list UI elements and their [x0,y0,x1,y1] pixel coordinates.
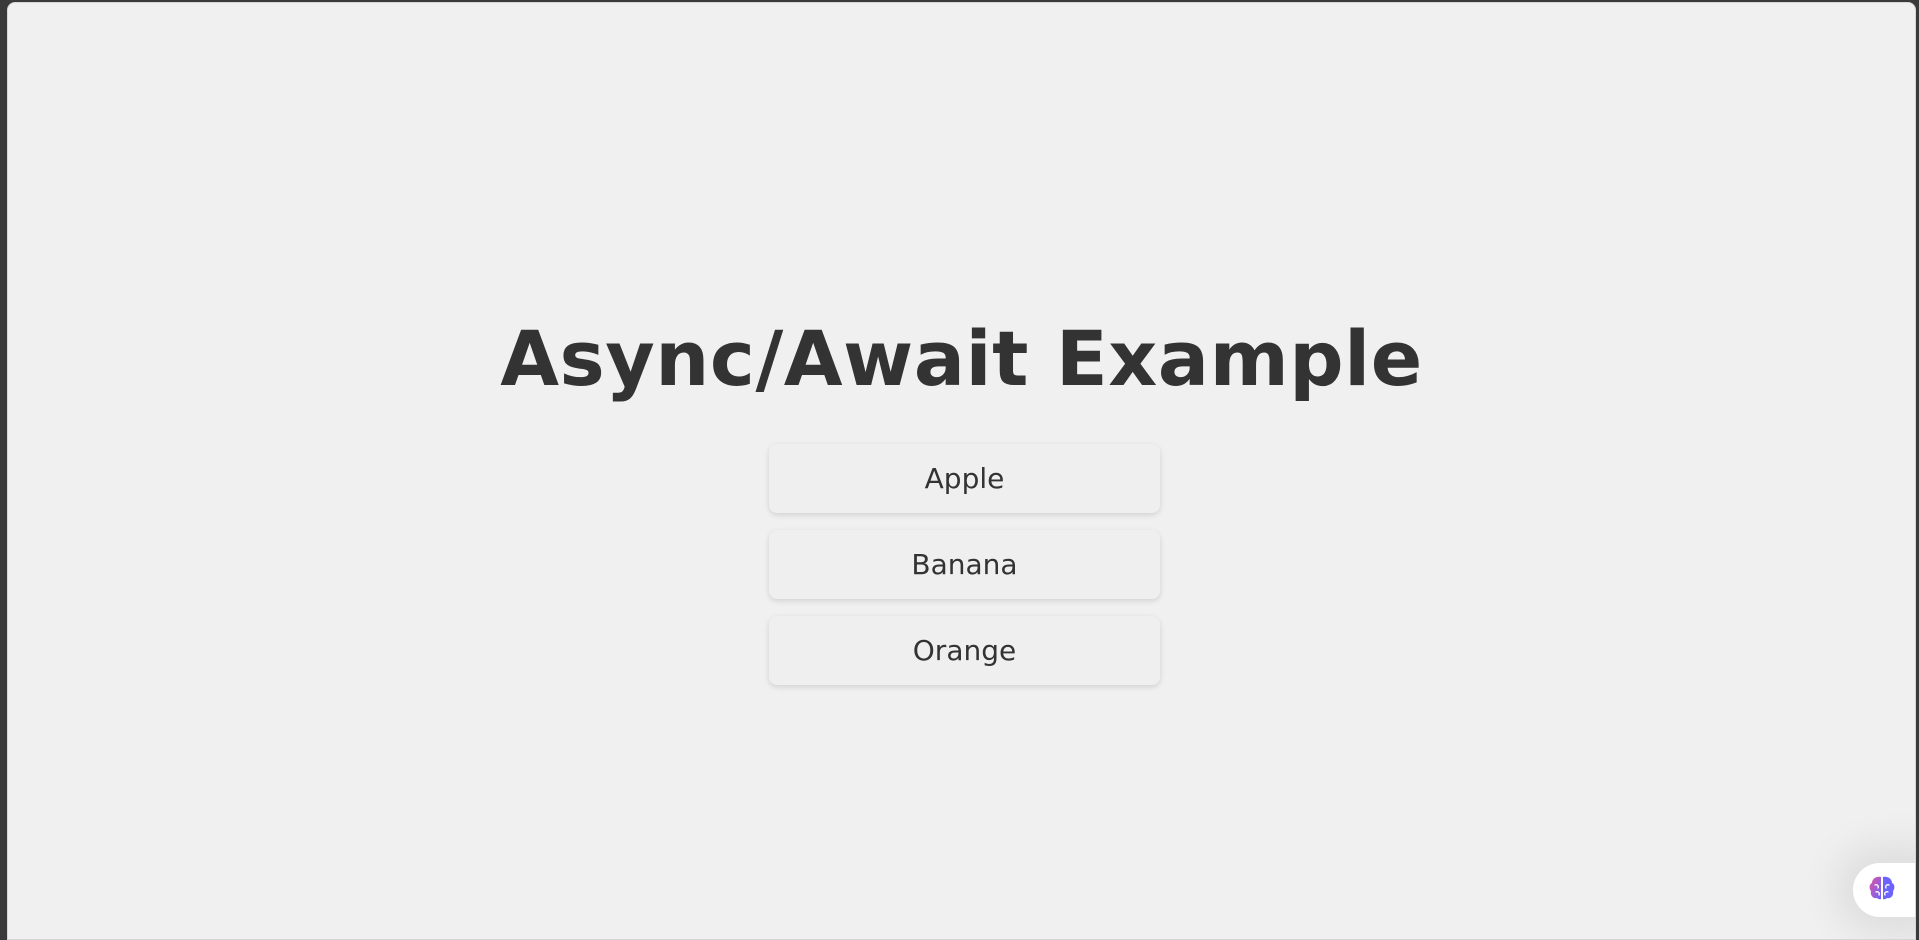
page-viewport: Async/Await Example Apple Banana Orange [7,2,1916,940]
browser-frame: Async/Await Example Apple Banana Orange [0,0,1919,940]
fruit-list: Apple Banana Orange [769,444,1160,702]
assistant-widget-button[interactable] [1853,863,1915,917]
list-item-apple[interactable]: Apple [769,444,1160,513]
page-content: Async/Await Example Apple Banana Orange [8,3,1915,939]
page-title: Async/Await Example [500,314,1423,403]
brain-icon [1867,873,1897,907]
list-item-banana[interactable]: Banana [769,530,1160,599]
list-item-orange[interactable]: Orange [769,616,1160,685]
